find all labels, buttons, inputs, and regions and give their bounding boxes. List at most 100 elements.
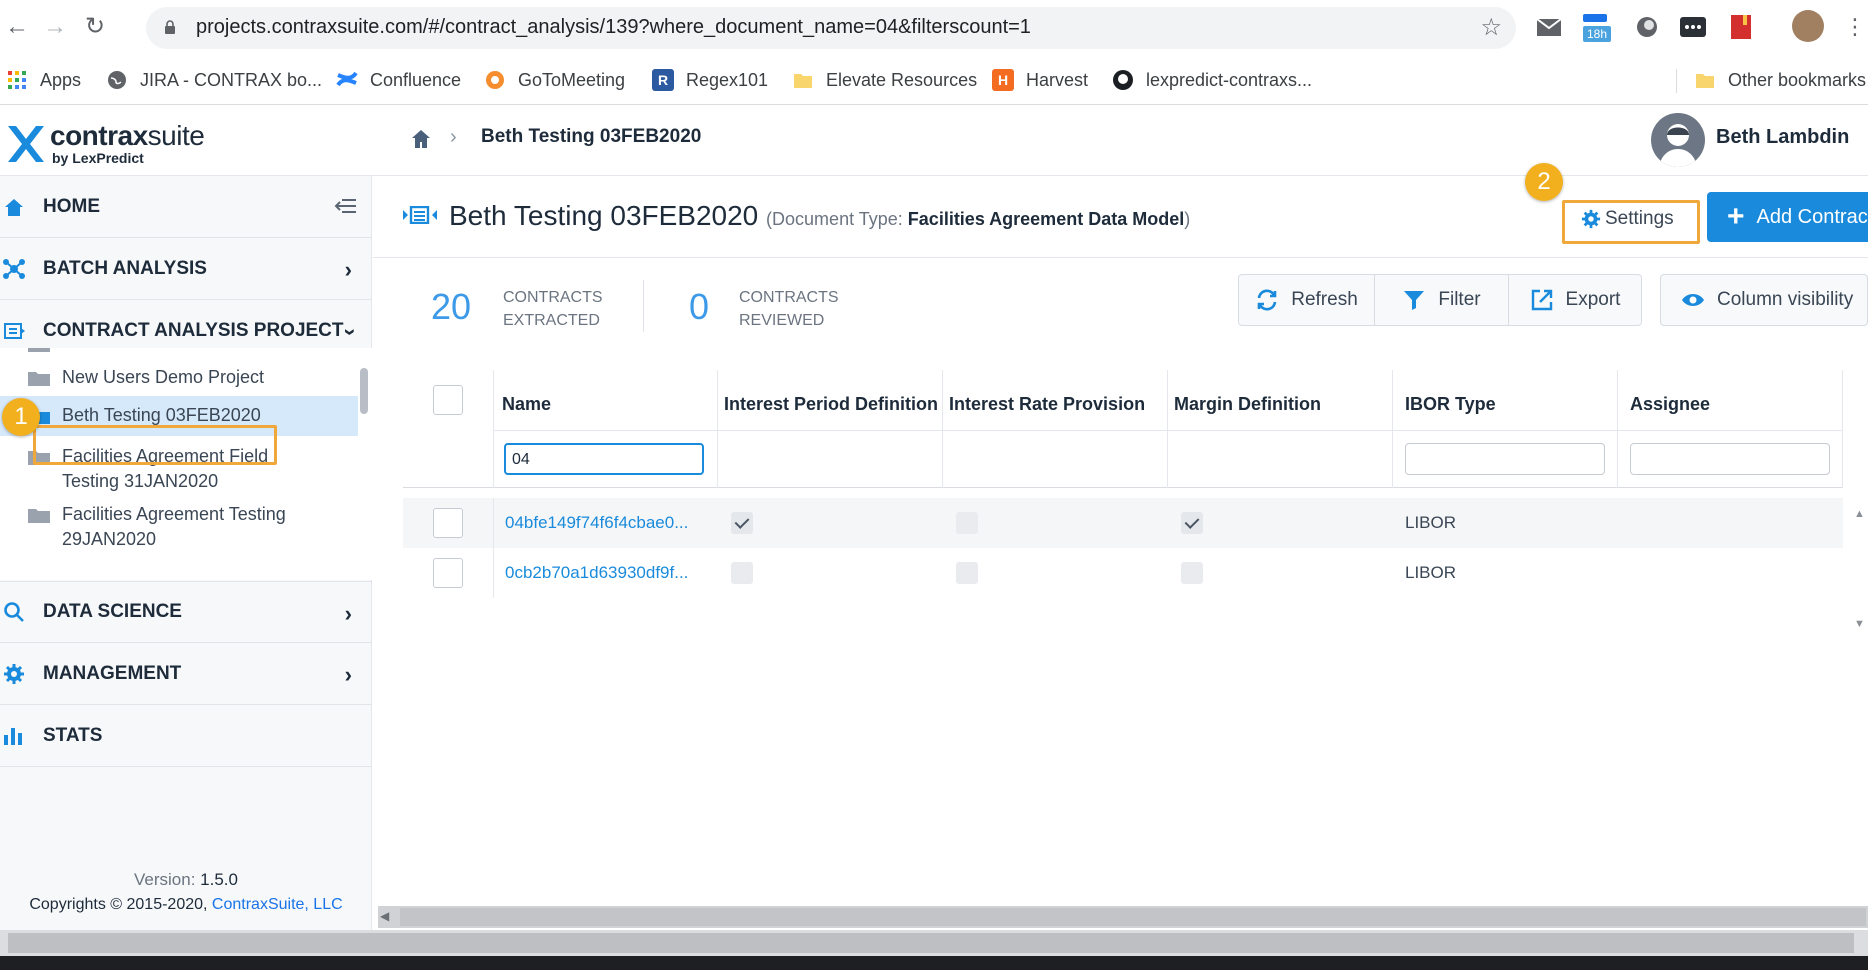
project-name: New Users Demo Project: [62, 367, 265, 387]
gear-icon: [4, 663, 24, 684]
reload-icon[interactable]: ↻: [80, 12, 110, 42]
sidebar-item-label: STATS: [43, 724, 103, 746]
collapse-sidebar-icon[interactable]: [334, 196, 358, 216]
bookmark-label: Regex101: [686, 69, 769, 90]
contract-name-link[interactable]: 04bfe149f74f6f4cbae0...: [505, 513, 688, 533]
circle-extension-icon[interactable]: [1632, 12, 1662, 42]
other-bookmarks-label: Other bookmarks: [1728, 69, 1867, 90]
contraxsuite-logo[interactable]: contraxsuite by LexPredict: [6, 120, 206, 166]
scroll-thumb[interactable]: [400, 908, 1866, 926]
sidebar-item-data-science[interactable]: DATA SCIENCE ›: [0, 581, 372, 643]
column-header-assignee[interactable]: Assignee: [1618, 370, 1843, 430]
row-checkbox[interactable]: [433, 508, 463, 538]
home-icon[interactable]: [410, 128, 432, 150]
forward-icon[interactable]: →: [40, 12, 70, 42]
back-icon[interactable]: ←: [2, 12, 32, 42]
row-divider: [493, 498, 494, 548]
interest-period-checkbox[interactable]: [731, 512, 753, 534]
name-filter-input[interactable]: 04: [504, 443, 704, 475]
password-manager-icon[interactable]: [1678, 12, 1708, 42]
column-header-interest-period[interactable]: Interest Period Definition: [718, 370, 943, 430]
bookmark-jira[interactable]: JIRA - CONTRAX bo...: [106, 65, 322, 95]
filter-cell-name: 04: [493, 430, 718, 488]
breadcrumb[interactable]: Beth Testing 03FEB2020: [481, 126, 701, 148]
chevron-down-icon: ›: [338, 328, 364, 336]
table-row[interactable]: 04bfe149f74f6f4cbae0... LIBOR: [403, 498, 1843, 548]
address-bar[interactable]: projects.contraxsuite.com/#/contract_ana…: [146, 7, 1516, 49]
add-contract-button[interactable]: + Add Contract: [1707, 192, 1868, 242]
ibor-type-value: LIBOR: [1405, 513, 1457, 532]
filter-cell-assignee: [1618, 430, 1843, 488]
assignee-filter-input[interactable]: [1630, 443, 1830, 475]
sidebar-item-home[interactable]: HOME: [0, 176, 372, 238]
margin-checkbox[interactable]: [1181, 512, 1203, 534]
bookmark-star-icon[interactable]: ☆: [1480, 13, 1502, 42]
column-header-interest-rate[interactable]: Interest Rate Provision: [943, 370, 1168, 430]
column-header-ibor-type[interactable]: IBOR Type: [1393, 370, 1618, 430]
bookmark-regex101[interactable]: R Regex101: [652, 65, 768, 95]
project-list-scrollbar[interactable]: [360, 368, 368, 414]
brand-by: by LexPredict: [52, 150, 144, 166]
chevron-right-icon: ›: [344, 257, 352, 282]
scroll-down-icon[interactable]: ▼: [1854, 618, 1865, 630]
bookmark-gotomeeting[interactable]: GoToMeeting: [484, 65, 625, 95]
export-button[interactable]: Export: [1509, 275, 1641, 325]
page-horizontal-scrollbar[interactable]: [0, 930, 1868, 956]
version-info: Version: 1.5.0: [134, 870, 238, 889]
apps-grid-icon: [8, 71, 26, 89]
scroll-left-icon[interactable]: ◀: [380, 909, 389, 923]
profile-avatar-icon[interactable]: [1792, 10, 1824, 42]
contract-name-link[interactable]: 0cb2b70a1d63930df9f...: [505, 563, 688, 583]
scroll-thumb[interactable]: [8, 933, 1854, 953]
grid-vertical-scrollbar[interactable]: ▲ ▼: [1850, 500, 1868, 640]
row-checkbox[interactable]: [433, 558, 463, 588]
list-item[interactable]: Facilities Agreement Testing 29JAN2020: [0, 498, 358, 558]
other-bookmarks[interactable]: Other bookmarks: [1694, 65, 1866, 95]
column-visibility-button[interactable]: Column visibility: [1661, 275, 1867, 325]
interest-period-checkbox[interactable]: [731, 562, 753, 584]
bookmark-confluence[interactable]: Confluence: [336, 65, 461, 95]
chevron-right-icon: ›: [344, 601, 352, 626]
user-name[interactable]: Beth Lambdin: [1716, 126, 1849, 149]
sidebar-item-management[interactable]: MANAGEMENT ›: [0, 643, 372, 705]
column-header-margin[interactable]: Margin Definition: [1168, 370, 1393, 430]
grid-toolbar: Refresh Filter Export: [1238, 274, 1642, 326]
bookmark-apps[interactable]: Apps: [6, 65, 81, 95]
list-item[interactable]: New Users Demo Project: [0, 360, 358, 396]
margin-checkbox[interactable]: [1181, 562, 1203, 584]
filter-cell-ibor-type: [1393, 430, 1618, 488]
highlight-box-project: [33, 425, 277, 465]
bookmark-label: Elevate Resources: [826, 69, 978, 90]
column-header-name[interactable]: Name: [493, 370, 718, 430]
filter-cell: [1168, 430, 1393, 488]
bookmark-elevate-resources[interactable]: Elevate Resources: [792, 65, 977, 95]
copyright-link[interactable]: ContraxSuite, LLC: [212, 896, 343, 913]
browser-menu-icon[interactable]: ⋮: [1840, 12, 1868, 42]
book-extension-icon[interactable]: [1726, 12, 1756, 42]
calendar-extension-icon[interactable]: 18h: [1580, 12, 1611, 42]
refresh-button[interactable]: Refresh: [1239, 275, 1375, 325]
sidebar-item-batch-analysis[interactable]: BATCH ANALYSIS ›: [0, 238, 372, 300]
mail-icon[interactable]: [1534, 12, 1564, 42]
page-title: Beth Testing 03FEB2020 (Document Type: F…: [449, 200, 1191, 231]
folder-icon: [28, 372, 50, 386]
taskbar-strip: [0, 956, 1868, 970]
stats-divider: [643, 280, 644, 332]
filter-button[interactable]: Filter: [1375, 275, 1509, 325]
avatar[interactable]: [1651, 113, 1705, 167]
bookmark-harvest[interactable]: H Harvest: [992, 65, 1088, 95]
grid-horizontal-scrollbar[interactable]: ◀: [378, 906, 1868, 928]
sidebar-item-stats[interactable]: STATS: [0, 705, 372, 767]
reviewed-label: CONTRACTS REVIEWED: [739, 289, 839, 329]
table-row[interactable]: 0cb2b70a1d63930df9f... LIBOR: [403, 548, 1843, 598]
bookmark-label: Confluence: [370, 69, 462, 90]
interest-rate-checkbox[interactable]: [956, 512, 978, 534]
bookmark-label: JIRA - CONTRAX bo...: [140, 69, 323, 90]
scroll-up-icon[interactable]: ▲: [1854, 508, 1865, 520]
ibor-type-filter-input[interactable]: [1405, 443, 1605, 475]
highlight-box-settings: [1562, 200, 1700, 244]
interest-rate-checkbox[interactable]: [956, 562, 978, 584]
select-all-checkbox[interactable]: [433, 385, 463, 415]
bookmark-github[interactable]: lexpredict-contraxs...: [1112, 65, 1312, 95]
column-visibility-group: Column visibility: [1660, 274, 1868, 326]
